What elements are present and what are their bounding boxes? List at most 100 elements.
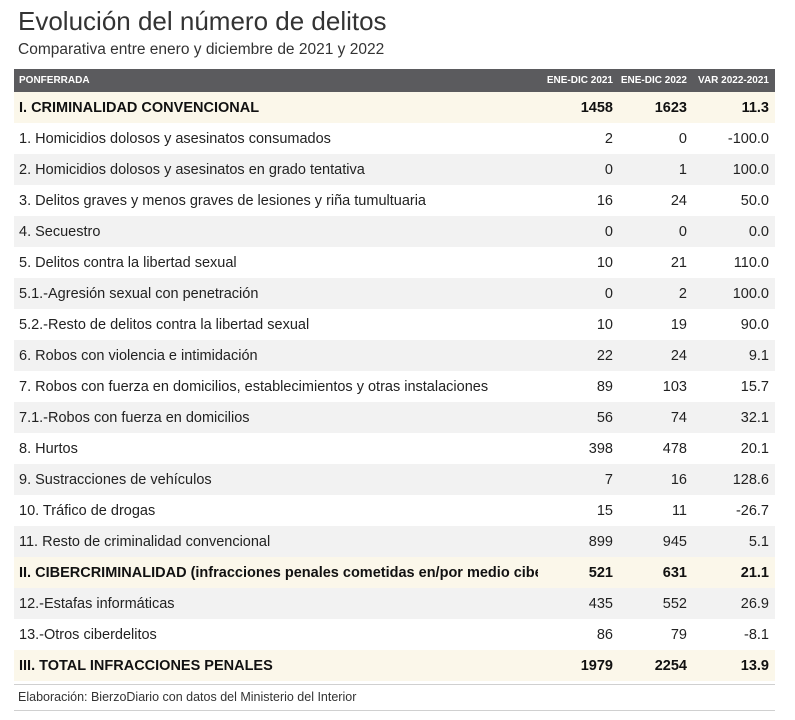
row-label: 10. Tráfico de drogas <box>19 502 156 519</box>
source-note: Elaboración: BierzoDiario con datos del … <box>18 690 357 704</box>
row-label: 8. Hurtos <box>19 440 78 457</box>
row-value-2021: 0 <box>604 223 613 240</box>
row-variation: 110.0 <box>733 254 769 271</box>
row-label: 3. Delitos graves y menos graves de lesi… <box>19 192 426 209</box>
row-value-2021: 10 <box>596 316 613 333</box>
row-value-2022: 631 <box>662 564 687 581</box>
row-variation: 0.0 <box>748 223 769 240</box>
row-value-2022: 16 <box>670 471 687 488</box>
row-value-2022: 0 <box>678 130 687 147</box>
header-2022: ENE-DIC 2022 <box>620 75 687 86</box>
row-value-2021: 22 <box>596 347 613 364</box>
row-value-2021: 7 <box>604 471 613 488</box>
row-variation: 26.9 <box>740 595 769 612</box>
row-label: 5. Delitos contra la libertad sexual <box>19 254 237 271</box>
row-variation: 13.9 <box>740 657 769 674</box>
row-label: 12.-Estafas informáticas <box>19 595 175 612</box>
table-row: 8. Hurtos 398 478 20.1 <box>14 433 775 464</box>
table-row: 7.1.-Robos con fuerza en domicilios 56 74 3… <box>14 402 775 433</box>
row-value-2021: 15 <box>596 502 613 519</box>
row-value-2022: 2 <box>678 285 687 302</box>
row-variation: -26.7 <box>735 502 769 519</box>
row-value-2022: 478 <box>662 440 687 457</box>
row-variation: 50.0 <box>740 192 769 209</box>
table-row: 5.1.-Agresión sexual con penetración 0 2 10… <box>14 278 775 309</box>
row-value-2021: 0 <box>604 161 613 178</box>
row-value-2021: 435 <box>588 595 613 612</box>
row-value-2021: 56 <box>596 409 613 426</box>
page-subtitle: Comparativa entre enero y diciembre de 2… <box>18 41 385 58</box>
table-row: 3. Delitos graves y menos graves de lesi… <box>14 185 775 216</box>
row-value-2022: 24 <box>670 192 687 209</box>
row-variation: 90.0 <box>740 316 769 333</box>
row-value-2022: 945 <box>662 533 687 550</box>
table-section-row: III. TOTAL INFRACCIONES PENALES 1979 2254 1… <box>14 650 775 681</box>
row-label: 1. Homicidios dolosos y asesinatos consu… <box>19 130 331 147</box>
table-row: 10. Tráfico de drogas 15 11 -26.7 <box>14 495 775 526</box>
row-value-2021: 0 <box>604 285 613 302</box>
row-value-2021: 899 <box>588 533 613 550</box>
row-value-2021: 10 <box>596 254 613 271</box>
row-value-2021: 1458 <box>580 99 613 116</box>
header-2021: ENE-DIC 2021 <box>546 75 613 86</box>
row-label: 4. Secuestro <box>19 223 101 240</box>
row-value-2022: 103 <box>662 378 687 395</box>
row-label: 6. Robos con violencia e intimidación <box>19 347 258 364</box>
row-value-2022: 79 <box>670 626 687 643</box>
row-label: III. TOTAL INFRACCIONES PENALES <box>19 657 273 674</box>
footer-divider <box>14 684 775 685</box>
row-variation: -100.0 <box>727 130 769 147</box>
row-value-2022: 1 <box>678 161 687 178</box>
table-header: PONFERRADA ENE-DIC 2021 ENE-DIC 2022 VAR… <box>14 69 775 92</box>
crime-table: PONFERRADA ENE-DIC 2021 ENE-DIC 2022 VAR… <box>14 69 775 681</box>
row-label: I. CRIMINALIDAD CONVENCIONAL <box>19 99 260 116</box>
row-label: II. CIBERCRIMINALIDAD (infracciones pena… <box>19 564 538 581</box>
table-row: 9. Sustracciones de vehículos 7 16 128.6 <box>14 464 775 495</box>
footer-divider-bottom <box>14 710 775 711</box>
row-value-2021: 89 <box>596 378 613 395</box>
table-row: 7. Robos con fuerza en domicilios, estab… <box>14 371 775 402</box>
table-section-row: II. CIBERCRIMINALIDAD (infracciones pena… <box>14 557 775 588</box>
row-variation: 32.1 <box>740 409 769 426</box>
row-variation: 9.1 <box>748 347 769 364</box>
row-value-2022: 21 <box>670 254 687 271</box>
header-variation: VAR 2022-2021 <box>698 75 769 86</box>
row-variation: 20.1 <box>740 440 769 457</box>
row-value-2022: 24 <box>670 347 687 364</box>
row-label: 5.2.-Resto de delitos contra la libertad… <box>19 316 310 333</box>
row-label: 5.1.-Agresión sexual con penetración <box>19 285 259 302</box>
header-location: PONFERRADA <box>19 75 90 86</box>
table-row: 6. Robos con violencia e intimidación 22 2… <box>14 340 775 371</box>
row-label: 7. Robos con fuerza en domicilios, estab… <box>19 378 489 395</box>
table-row: 2. Homicidios dolosos y asesinatos en gr… <box>14 154 775 185</box>
row-variation: 100.0 <box>732 161 769 178</box>
table-row: 13.-Otros ciberdelitos 86 79 -8.1 <box>14 619 775 650</box>
row-value-2021: 16 <box>596 192 613 209</box>
row-variation: 21.1 <box>740 564 769 581</box>
row-value-2021: 398 <box>588 440 613 457</box>
table-body: I. CRIMINALIDAD CONVENCIONAL 1458 1623 11.3… <box>14 92 775 681</box>
row-variation: 100.0 <box>732 285 769 302</box>
row-label: 7.1.-Robos con fuerza en domicilios <box>19 409 250 426</box>
row-value-2021: 2 <box>604 130 613 147</box>
row-label: 13.-Otros ciberdelitos <box>19 626 157 643</box>
table-row: 4. Secuestro 0 0 0.0 <box>14 216 775 247</box>
row-label: 2. Homicidios dolosos y asesinatos en gr… <box>19 161 365 178</box>
row-variation: 128.6 <box>732 471 769 488</box>
table-figure: Evolución del número de delitos Comparat… <box>0 0 795 720</box>
row-value-2022: 11 <box>671 502 687 519</box>
table-row: 1. Homicidios dolosos y asesinatos consu… <box>14 123 775 154</box>
table-row: 11. Resto de criminalidad convencional 89… <box>14 526 775 557</box>
row-value-2022: 19 <box>670 316 687 333</box>
row-label: 9. Sustracciones de vehículos <box>19 471 212 488</box>
row-value-2021: 521 <box>588 564 613 581</box>
row-value-2022: 1623 <box>654 99 687 116</box>
table-row: 5. Delitos contra la libertad sexual 10 21… <box>14 247 775 278</box>
row-value-2022: 0 <box>678 223 687 240</box>
table-row: 12.-Estafas informáticas 435 552 26.9 <box>14 588 775 619</box>
row-value-2022: 552 <box>662 595 687 612</box>
row-value-2022: 74 <box>670 409 687 426</box>
row-variation: 5.1 <box>748 533 769 550</box>
row-variation: 11.3 <box>741 99 769 116</box>
row-value-2021: 86 <box>596 626 613 643</box>
